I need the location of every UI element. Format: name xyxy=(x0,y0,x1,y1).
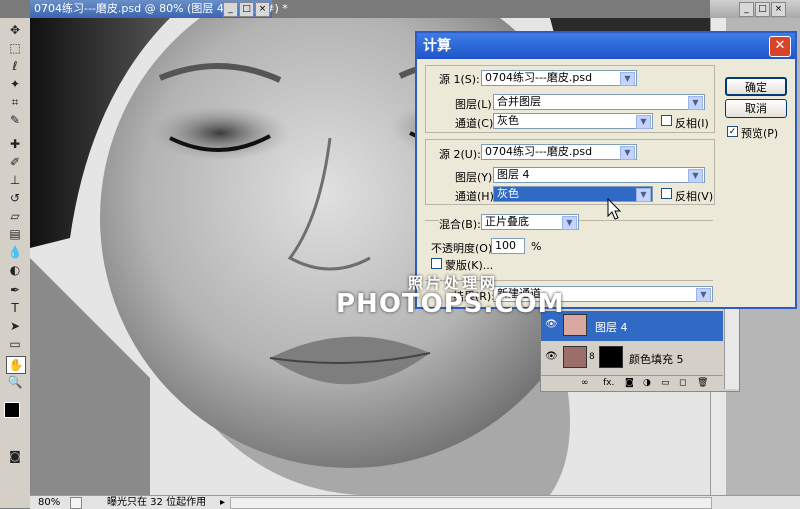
source2-label: 源 2(U): xyxy=(439,148,481,161)
layer-thumbnail xyxy=(563,314,587,336)
eraser-tool-icon[interactable]: ▱ xyxy=(6,208,24,224)
blur-tool-icon[interactable]: 💧 xyxy=(6,244,24,260)
zoom-tool-icon[interactable]: 🔍 xyxy=(6,374,24,390)
history-brush-tool-icon[interactable]: ↺ xyxy=(6,190,24,206)
crop-tool-icon[interactable]: ⌗ xyxy=(6,94,24,110)
visibility-eye-icon[interactable]: 👁 xyxy=(545,351,558,363)
result-divider xyxy=(425,280,713,281)
source1-label: 源 1(S): xyxy=(439,73,480,86)
opacity-label: 不透明度(O): xyxy=(431,242,496,255)
info-icon[interactable] xyxy=(70,497,82,509)
mask-checkbox[interactable] xyxy=(431,258,442,269)
restore-button[interactable]: □ xyxy=(239,2,254,17)
lasso-tool-icon[interactable]: ℓ xyxy=(6,58,24,74)
source2-layer-select[interactable]: 图层 4 ▼ xyxy=(493,167,705,183)
group-icon[interactable]: ▭ xyxy=(661,376,670,390)
close-icon[interactable]: ✕ xyxy=(769,36,791,57)
status-menu-arrow-icon[interactable]: ▸ xyxy=(220,496,225,509)
close-button[interactable]: × xyxy=(771,2,786,17)
gradient-tool-icon[interactable]: ▤ xyxy=(6,226,24,242)
eyedropper-tool-icon[interactable]: ✎ xyxy=(6,112,24,128)
source1-file-select[interactable]: 0704练习---磨皮.psd ▼ xyxy=(481,70,637,86)
magic-wand-tool-icon[interactable]: ✦ xyxy=(6,76,24,92)
clone-stamp-tool-icon[interactable]: ⊥ xyxy=(6,172,24,188)
mouse-cursor-icon xyxy=(607,198,622,220)
source2-invert-label: 反相(V) xyxy=(675,190,714,203)
quick-mask-icon[interactable]: ◙ xyxy=(6,448,24,464)
source2-channel-label: 通道(H): xyxy=(455,190,498,203)
secondary-window-title-bar: _ □ × xyxy=(710,0,800,18)
chevron-down-icon: ▼ xyxy=(620,146,635,160)
layers-footer: ∞ fx. ◙ ◑ ▭ ◻ 🗑 xyxy=(541,375,723,390)
pen-tool-icon[interactable]: ✒ xyxy=(6,282,24,298)
opacity-unit: % xyxy=(531,240,542,253)
blending-label: 混合(B): xyxy=(439,216,483,232)
chevron-down-icon: ▼ xyxy=(696,288,711,302)
type-tool-icon[interactable]: T xyxy=(6,300,24,316)
trash-icon[interactable]: 🗑 xyxy=(697,376,708,390)
adjustment-icon[interactable]: ◑ xyxy=(643,376,651,390)
fx-icon[interactable]: fx. xyxy=(603,376,614,390)
source2-invert-checkbox[interactable] xyxy=(661,188,672,199)
preview-checkbox[interactable]: ✓ xyxy=(727,126,738,137)
chevron-down-icon: ▼ xyxy=(636,188,651,202)
layer-mask-thumbnail xyxy=(599,346,623,368)
layer-name: 图层 4 xyxy=(595,321,628,334)
dodge-tool-icon[interactable]: ◐ xyxy=(6,262,24,278)
chevron-down-icon: ▼ xyxy=(688,96,703,110)
chevron-down-icon: ▼ xyxy=(636,115,651,129)
layer-row[interactable]: 👁 8 颜色填充 5 xyxy=(541,343,723,373)
mask-label: 蒙版(K)... xyxy=(445,259,494,272)
preview-label: 预览(P) xyxy=(741,127,779,140)
move-tool-icon[interactable]: ✥ xyxy=(6,22,24,38)
document-title-bar[interactable]: 0704练习---磨皮.psd @ 80% (图层 4, RGB/8#) * _… xyxy=(30,0,288,18)
blending-mode-select[interactable]: 正片叠底 ▼ xyxy=(481,214,579,230)
source1-layer-select[interactable]: 合并图层 ▼ xyxy=(493,94,705,110)
ok-button[interactable]: 确定 xyxy=(725,77,787,96)
link-icon[interactable]: ∞ xyxy=(581,376,589,390)
source2-file-select[interactable]: 0704练习---磨皮.psd ▼ xyxy=(481,144,637,160)
path-selection-tool-icon[interactable]: ➤ xyxy=(6,318,24,334)
brush-tool-icon[interactable]: ✐ xyxy=(6,154,24,170)
status-bar: 80% 曝光只在 32 位起作用 ▸ xyxy=(30,495,800,509)
restore-button[interactable]: □ xyxy=(755,2,770,17)
source1-layer-label: 图层(L): xyxy=(455,98,496,111)
toolbox: ✥ ⬚ ℓ ✦ ⌗ ✎ ✚ ✐ ⊥ ↺ ▱ ▤ 💧 ◐ ✒ T ➤ ▭ ✋ 🔍 … xyxy=(0,18,31,508)
close-button[interactable]: × xyxy=(255,2,270,17)
calculations-dialog: 计算 ✕ 源 1(S): 0704练习---磨皮.psd ▼ 图层(L): 合并图… xyxy=(415,31,797,309)
dialog-title-bar[interactable]: 计算 xyxy=(417,33,795,59)
chevron-down-icon: ▼ xyxy=(688,169,703,183)
healing-brush-tool-icon[interactable]: ✚ xyxy=(6,136,24,152)
layer-row-selected[interactable]: 👁 图层 4 xyxy=(541,311,723,341)
chevron-down-icon: ▼ xyxy=(562,216,577,230)
zoom-level[interactable]: 80% xyxy=(38,496,60,509)
source1-invert-checkbox[interactable] xyxy=(661,115,672,126)
shape-tool-icon[interactable]: ▭ xyxy=(6,336,24,352)
layer-name: 颜色填充 5 xyxy=(629,353,684,366)
dialog-title: 计算 xyxy=(423,38,451,54)
source2-layer-label: 图层(Y): xyxy=(455,171,497,184)
marquee-tool-icon[interactable]: ⬚ xyxy=(6,40,24,56)
chevron-down-icon: ▼ xyxy=(620,72,635,86)
horizontal-scrollbar[interactable] xyxy=(230,497,712,509)
link-icon: 8 xyxy=(589,352,595,362)
source1-invert-label: 反相(I) xyxy=(675,117,709,130)
opacity-input[interactable]: 100 xyxy=(491,238,525,254)
minimize-button[interactable]: _ xyxy=(223,2,238,17)
visibility-eye-icon[interactable]: 👁 xyxy=(545,319,558,331)
hand-tool-icon[interactable]: ✋ xyxy=(6,356,26,374)
new-layer-icon[interactable]: ◻ xyxy=(679,376,686,390)
fill-thumbnail xyxy=(563,346,587,368)
status-text: 曝光只在 32 位起作用 xyxy=(107,497,207,508)
cancel-button[interactable]: 取消 xyxy=(725,99,787,118)
minimize-button[interactable]: _ xyxy=(739,2,754,17)
source1-channel-select[interactable]: 灰色 ▼ xyxy=(493,113,653,129)
source1-channel-label: 通道(C): xyxy=(455,117,497,130)
foreground-color-swatch[interactable] xyxy=(4,402,20,418)
mask-icon[interactable]: ◙ xyxy=(625,376,634,390)
source2-channel-select[interactable]: 灰色 ▼ xyxy=(493,186,653,202)
result-label: 结果(R): xyxy=(453,290,495,303)
result-select[interactable]: 新建通道 ▼ xyxy=(493,286,713,302)
